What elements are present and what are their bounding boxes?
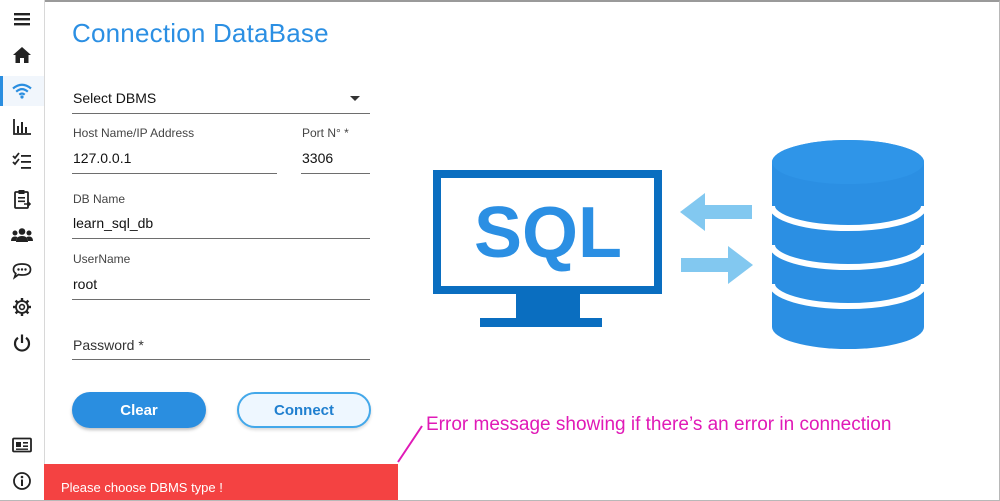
users-icon[interactable] [0, 220, 44, 250]
username-field[interactable]: UserName root [72, 251, 370, 300]
id-card-icon[interactable] [0, 430, 44, 460]
clear-button[interactable]: Clear [72, 392, 206, 428]
username-label: UserName [73, 252, 131, 266]
wifi-icon[interactable] [0, 76, 44, 106]
arrow-right-icon [681, 246, 753, 284]
chat-icon[interactable] [0, 256, 44, 286]
host-label: Host Name/IP Address [73, 126, 195, 140]
annotation-text: Error message showing if there’s an erro… [426, 414, 892, 435]
gear-icon[interactable] [0, 292, 44, 322]
sql-database-illustration: SQL [433, 140, 927, 349]
db-name-input[interactable]: learn_sql_db [73, 215, 153, 231]
username-input[interactable]: root [73, 276, 97, 292]
db-name-field[interactable]: DB Name learn_sql_db [72, 190, 370, 239]
db-name-label: DB Name [73, 192, 126, 206]
database-icon [769, 140, 927, 349]
monitor-sql-text: SQL [474, 193, 622, 273]
monitor-icon: SQL [433, 170, 662, 327]
error-snackbar: Please choose DBMS type ! [44, 464, 398, 500]
host-field[interactable]: Host Name/IP Address 127.0.0.1 [72, 125, 277, 174]
connect-button[interactable]: Connect [237, 392, 371, 428]
clipboard-icon[interactable] [0, 184, 44, 214]
hamburger-menu-icon[interactable] [0, 4, 44, 34]
home-icon[interactable] [0, 40, 44, 70]
power-icon[interactable] [0, 328, 44, 358]
password-field[interactable]: Password * [72, 320, 370, 360]
info-icon[interactable] [0, 466, 44, 496]
dbms-select-value: Select DBMS [73, 90, 157, 106]
port-input[interactable]: 3306 [302, 150, 333, 166]
chevron-down-icon[interactable] [350, 96, 360, 101]
page-title: Connection DataBase [72, 18, 329, 48]
port-label: Port N° * [302, 126, 349, 140]
arrow-left-icon [680, 193, 752, 231]
sidebar [0, 0, 45, 500]
host-input[interactable]: 127.0.0.1 [73, 150, 131, 166]
dbms-select[interactable]: Select DBMS [72, 80, 370, 114]
error-message: Please choose DBMS type ! [61, 480, 223, 495]
checklist-icon[interactable] [0, 146, 44, 176]
transfer-arrows-icon [680, 193, 753, 284]
password-label: Password * [73, 337, 144, 353]
bar-chart-icon[interactable] [0, 112, 44, 142]
port-field[interactable]: Port N° * 3306 [301, 125, 370, 174]
